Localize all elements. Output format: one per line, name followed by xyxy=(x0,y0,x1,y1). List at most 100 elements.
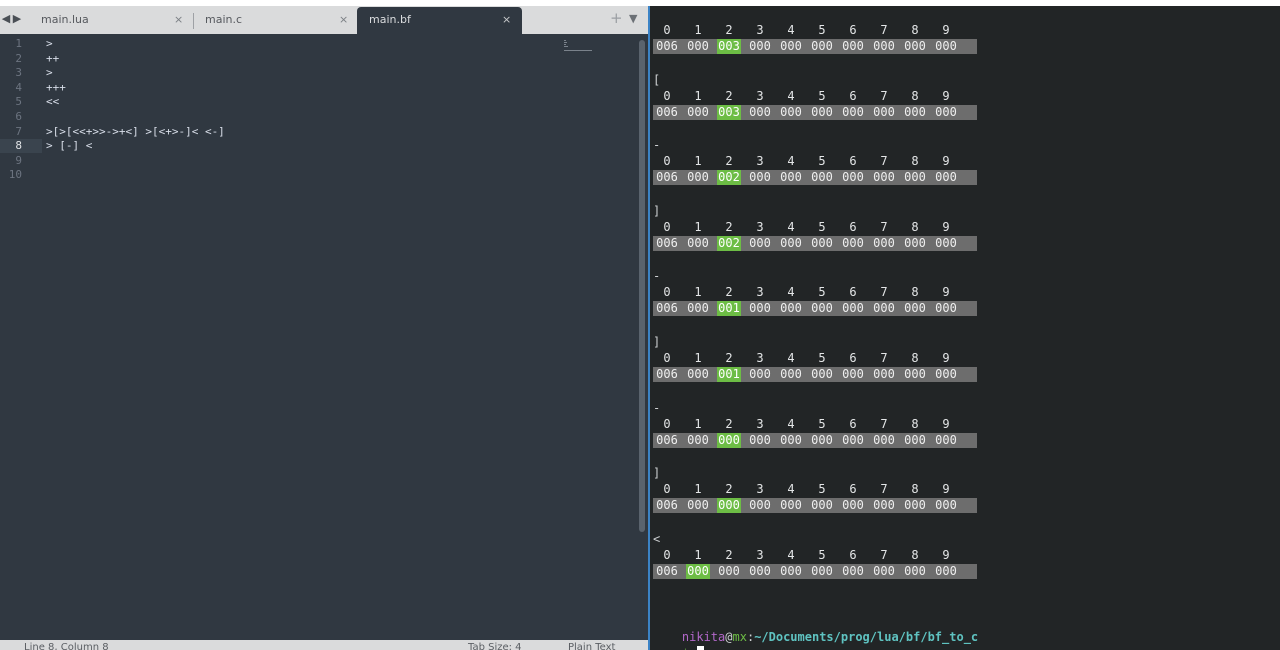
code-line[interactable]: 8 > [-] < xyxy=(0,139,636,154)
code-line[interactable]: 1 > xyxy=(0,37,636,51)
editor-scrollbar[interactable] xyxy=(639,40,645,532)
line-number: 5 xyxy=(15,95,22,109)
cell-index: 3 xyxy=(756,88,764,103)
cell-index: 4 xyxy=(787,23,795,37)
cell-value: 000 xyxy=(687,170,709,185)
terminal-pane[interactable]: 0 1 2 3 4 5 6 7 8 9 006 000 003 000 000 000 000 000 000 000… xyxy=(648,0,1280,650)
terminal-title-strip xyxy=(648,0,1280,6)
cell-index: 5 xyxy=(818,482,826,497)
code-line[interactable]: 4 +++ xyxy=(0,81,636,95)
pane-divider[interactable] xyxy=(648,6,650,650)
cell-value: 000 xyxy=(842,235,864,250)
cell-value-row: 006 000 000 000 000 000 000 000 000 000 xyxy=(653,498,977,514)
cell-index: 6 xyxy=(849,285,857,300)
cell-index: 6 xyxy=(849,482,857,497)
code-line[interactable]: 10 xyxy=(0,168,636,182)
cell-index: 5 xyxy=(818,547,826,562)
cell-value: 000 xyxy=(687,432,709,447)
line-number: 6 xyxy=(15,110,22,123)
cell-value: 000 xyxy=(687,367,709,381)
code-line[interactable]: 3 > xyxy=(0,66,636,80)
cell-index: 8 xyxy=(911,23,919,37)
minimap[interactable] xyxy=(563,40,593,52)
cell-index: 3 xyxy=(756,416,764,431)
line-text: ++ xyxy=(46,51,60,65)
tab-main-bf[interactable]: main.bf × xyxy=(357,7,522,34)
cell-value: 006 xyxy=(656,498,678,513)
cell-index: 4 xyxy=(787,416,795,431)
cell-index: 5 xyxy=(818,23,826,37)
code-line[interactable]: 6 xyxy=(0,110,636,124)
command-line[interactable]: $ xyxy=(653,632,705,650)
cell-value: 000 xyxy=(780,301,802,316)
cell-value: 000 xyxy=(873,170,895,185)
cell-value: 000 xyxy=(811,104,833,119)
code-line[interactable]: 9 xyxy=(0,154,636,168)
cell-index: 2 xyxy=(725,88,733,103)
cell-value: 000 xyxy=(780,235,802,250)
current-cell-value: 001 xyxy=(717,301,741,317)
instruction-text: [ xyxy=(653,72,661,87)
cell-index: 7 xyxy=(880,23,888,37)
tab-size-setting[interactable]: Tab Size: 4 xyxy=(468,642,522,650)
close-icon[interactable]: × xyxy=(174,13,183,26)
cell-index: 8 xyxy=(911,219,919,234)
tab-main-lua[interactable]: main.lua × xyxy=(28,7,192,34)
tab-main-c[interactable]: main.c × xyxy=(192,7,356,34)
cell-index: 9 xyxy=(942,416,950,431)
line-text: > [-] < xyxy=(46,139,93,153)
cell-index: 1 xyxy=(694,23,702,37)
tab-list-dropdown-icon[interactable]: ▼ xyxy=(629,12,637,25)
tab-bar: ◀ ▶ main.lua × main.c × main.bf × + ▼ xyxy=(0,6,648,34)
cell-index: 0 xyxy=(663,23,671,37)
cell-index: 1 xyxy=(694,482,702,497)
cell-index: 9 xyxy=(942,351,950,365)
cell-index: 5 xyxy=(818,219,826,234)
cell-index: 3 xyxy=(756,285,764,300)
cell-index: 0 xyxy=(663,351,671,365)
cell-index: 7 xyxy=(880,547,888,562)
cell-index: 1 xyxy=(694,219,702,234)
code-line[interactable]: 2 ++ xyxy=(0,52,636,66)
cell-value: 000 xyxy=(687,104,709,119)
cell-value: 000 xyxy=(811,367,833,381)
cell-value-row: 006 000 002 000 000 000 000 000 000 000 xyxy=(653,170,977,186)
cell-value-row: 006 000 002 000 000 000 000 000 000 000 xyxy=(653,235,977,251)
line-number: 9 xyxy=(15,153,22,167)
cell-index: 2 xyxy=(725,285,733,300)
cursor-position: Line 8, Column 8 xyxy=(24,642,109,650)
close-icon[interactable]: × xyxy=(339,13,348,26)
cell-index: 6 xyxy=(849,547,857,562)
text-editor-pane: ◀ ▶ main.lua × main.c × main.bf × + ▼ 1 >… xyxy=(0,0,648,650)
instruction-text: - xyxy=(653,400,661,415)
line-text: +++ xyxy=(46,80,66,94)
code-line[interactable]: 5 << xyxy=(0,95,636,109)
cell-value: 000 xyxy=(904,301,926,316)
cell-value: 000 xyxy=(780,367,802,381)
current-cell-value: 001 xyxy=(717,367,741,382)
line-number: 4 xyxy=(15,80,22,94)
prompt-path: ~/Documents/prog/lua/bf/bf_to_c xyxy=(754,630,979,644)
new-tab-icon[interactable]: + xyxy=(610,9,623,27)
cell-value: 000 xyxy=(842,563,864,578)
cell-index: 7 xyxy=(880,351,888,365)
cell-index: 5 xyxy=(818,154,826,169)
cell-value: 000 xyxy=(904,39,926,53)
cell-value: 000 xyxy=(842,104,864,119)
cell-index: 9 xyxy=(942,285,950,300)
code-line[interactable]: 7 >[>[<<+>>->+<] >[<+>-]< <-] xyxy=(0,125,636,139)
cell-value: 000 xyxy=(749,498,771,513)
cell-index: 9 xyxy=(942,154,950,169)
close-icon[interactable]: × xyxy=(502,13,511,26)
cell-value: 000 xyxy=(811,498,833,513)
cell-value: 000 xyxy=(749,170,771,185)
cell-value: 000 xyxy=(842,498,864,513)
cell-value: 000 xyxy=(842,432,864,447)
line-text: > xyxy=(46,37,53,50)
cell-value: 006 xyxy=(656,563,678,578)
syntax-selector[interactable]: Plain Text xyxy=(568,642,615,650)
code-area[interactable]: 1 >2 ++ 3 >4 +++ 5 << 6 7 >[>[<<+>>->+<] >[<+>-]< … xyxy=(0,34,636,640)
cell-value: 006 xyxy=(656,104,678,119)
current-cell-value: 002 xyxy=(717,170,741,186)
tab-scroll-right-icon[interactable]: ▶ xyxy=(11,6,23,34)
